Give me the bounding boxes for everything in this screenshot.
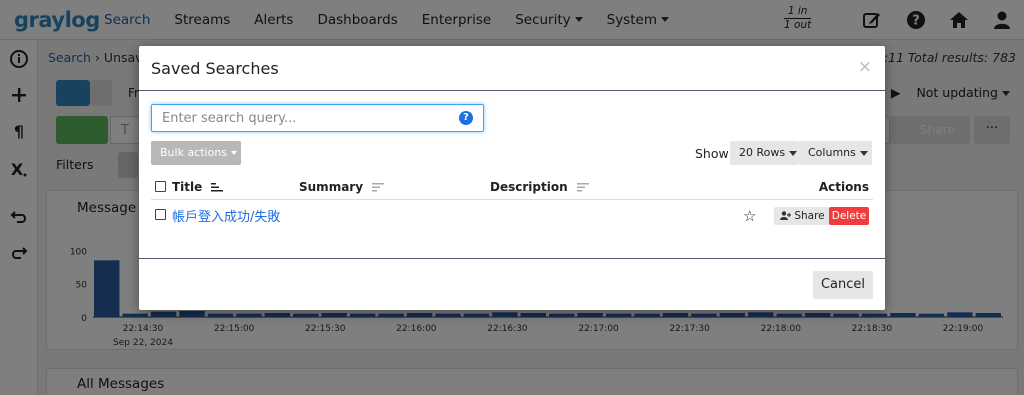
search-help-icon[interactable]: ? (459, 111, 473, 125)
modal-header: Saved Searches × (139, 46, 885, 91)
column-summary-label: Summary (299, 180, 364, 194)
column-summary[interactable]: Summary (299, 180, 385, 194)
share-label: Share (794, 210, 825, 222)
columns-dropdown[interactable]: Columns (799, 141, 872, 165)
saved-searches-modal: Saved Searches × ? Bulk actions Show 20 … (139, 46, 885, 310)
show-label: Show (695, 146, 729, 161)
table-header: Title Summary Description Actions (151, 174, 873, 200)
share-button[interactable]: Share (774, 207, 829, 225)
user-plus-icon (780, 211, 791, 220)
modal-title: Saved Searches (151, 59, 279, 78)
favorite-star-icon[interactable]: ☆ (743, 207, 756, 225)
select-all-checkbox[interactable] (155, 181, 166, 192)
close-icon[interactable]: × (858, 57, 872, 77)
sort-icon[interactable] (372, 183, 385, 192)
rows-per-page-label: 20 Rows (739, 146, 786, 159)
sort-icon[interactable] (576, 183, 589, 192)
column-description-label: Description (490, 180, 568, 194)
cancel-button[interactable]: Cancel (813, 271, 873, 299)
bulk-actions-button[interactable]: Bulk actions (151, 141, 241, 165)
column-title-label: Title (172, 180, 203, 194)
rows-per-page-dropdown[interactable]: 20 Rows (730, 141, 799, 165)
sort-ascending-icon[interactable] (211, 183, 224, 192)
row-checkbox[interactable] (155, 209, 166, 220)
table-row: 帳戶登入成功/失敗 ☆ Share Delete (151, 201, 873, 231)
search-input[interactable] (152, 105, 442, 131)
modal-footer: Cancel (139, 258, 885, 310)
column-description[interactable]: Description (490, 180, 589, 194)
delete-button[interactable]: Delete (829, 207, 869, 225)
columns-label: Columns (808, 146, 856, 159)
chevron-down-icon (231, 151, 238, 155)
saved-search-query[interactable]: ? (151, 104, 484, 132)
bulk-actions-label: Bulk actions (160, 146, 228, 159)
chevron-down-icon (859, 150, 868, 156)
column-actions: Actions (818, 180, 869, 194)
saved-search-title-link[interactable]: 帳戶登入成功/失敗 (172, 206, 280, 225)
column-title[interactable]: Title (172, 180, 224, 194)
chevron-down-icon (789, 150, 798, 156)
